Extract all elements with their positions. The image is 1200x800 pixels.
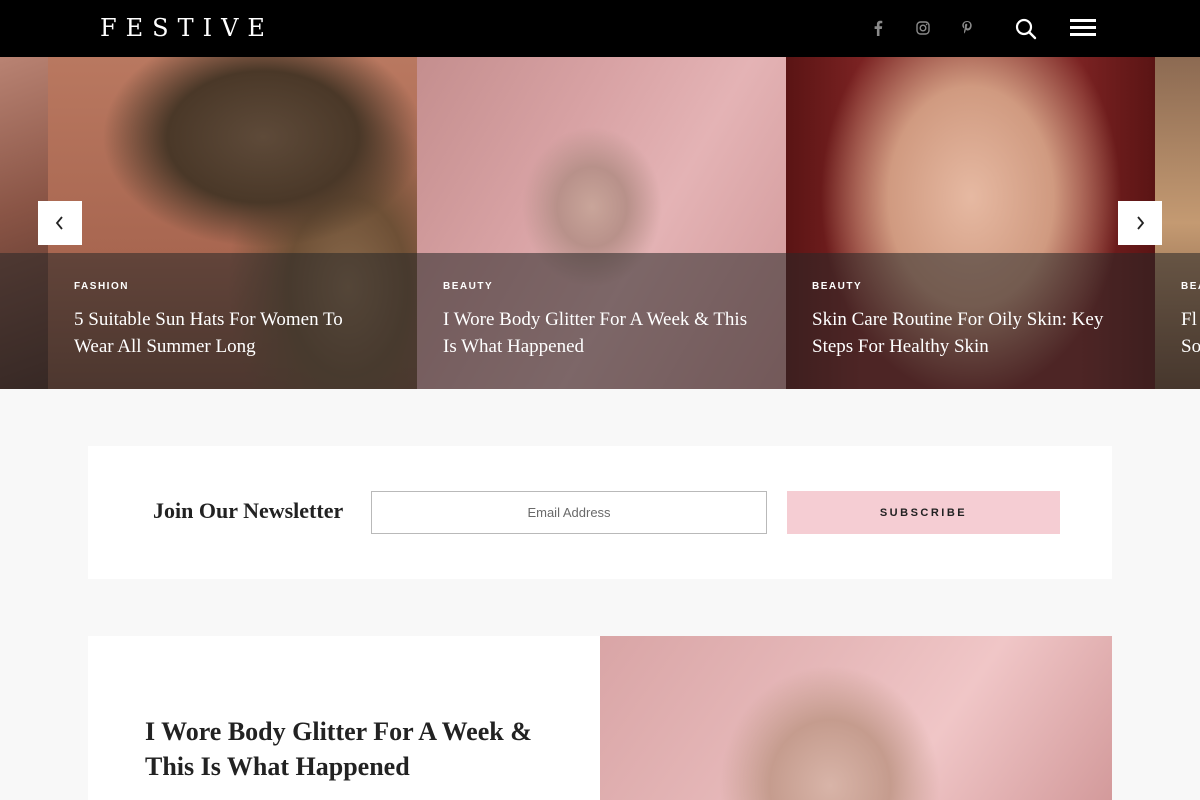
instagram-icon[interactable] — [913, 18, 933, 38]
chevron-right-icon[interactable] — [1118, 201, 1162, 245]
newsletter-box: Join Our Newsletter SUBSCRIBE — [88, 446, 1112, 579]
featured-post: I Wore Body Glitter For A Week & This Is… — [88, 636, 1112, 800]
slide-card[interactable]: FASHION 5 Suitable Sun Hats For Women To… — [48, 57, 417, 389]
slide-title[interactable]: Fl So — [1181, 306, 1200, 360]
site-header: FESTIVE — [0, 0, 1200, 57]
chevron-left-icon[interactable] — [38, 201, 82, 245]
pinterest-icon[interactable] — [957, 18, 977, 38]
featured-post-image[interactable] — [600, 636, 1112, 800]
site-logo[interactable]: FESTIVE — [100, 14, 274, 42]
slide-category[interactable]: BEAUTY — [443, 281, 493, 292]
featured-post-title[interactable]: I Wore Body Glitter For A Week & This Is… — [145, 714, 565, 784]
slide-category[interactable]: BEAUTY — [812, 281, 862, 292]
slide-card[interactable]: BEAUTY I Wore Body Glitter For A Week & … — [417, 57, 786, 389]
slide-title[interactable]: I Wore Body Glitter For A Week & This Is… — [443, 306, 753, 360]
facebook-icon[interactable] — [868, 18, 888, 38]
newsletter-heading: Join Our Newsletter — [153, 498, 344, 523]
email-field[interactable] — [371, 491, 767, 534]
slide-card[interactable]: BEAUTY Skin Care Routine For Oily Skin: … — [786, 57, 1155, 389]
slide-title[interactable]: Skin Care Routine For Oily Skin: Key Ste… — [812, 306, 1122, 360]
featured-slider: FASHION 5 Suitable Sun Hats For Women To… — [0, 57, 1200, 389]
slide-category[interactable]: FASHION — [74, 281, 129, 292]
subscribe-button[interactable]: SUBSCRIBE — [787, 491, 1060, 534]
hamburger-menu-icon[interactable] — [1070, 19, 1096, 37]
search-icon[interactable] — [1014, 17, 1038, 41]
slide-category[interactable]: BEA — [1181, 281, 1200, 292]
slide-title[interactable]: 5 Suitable Sun Hats For Women To Wear Al… — [74, 306, 384, 360]
